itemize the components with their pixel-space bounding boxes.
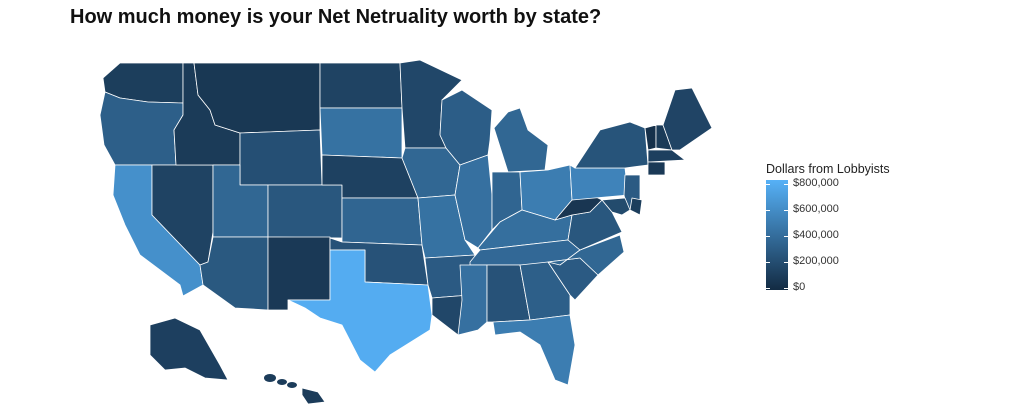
state-hi xyxy=(301,387,326,405)
state-ks xyxy=(341,197,423,246)
legend-tick-label: $200,000 xyxy=(793,255,839,267)
legend-tickmark xyxy=(766,288,770,289)
state-or xyxy=(99,91,184,166)
legend-tickmark xyxy=(784,262,788,263)
legend-tick-label: $600,000 xyxy=(793,203,839,215)
legend-title: Dollars from Lobbyists xyxy=(766,162,890,176)
legend-tickmark xyxy=(784,184,788,185)
state-wy xyxy=(239,129,323,186)
state-nm xyxy=(267,236,331,311)
state-ms xyxy=(457,264,488,336)
state-fl xyxy=(492,314,576,386)
legend-tickmark xyxy=(766,262,770,263)
state-hi-island xyxy=(264,374,276,382)
state-hi-island xyxy=(287,382,297,388)
legend-tick-label: $800,000 xyxy=(793,177,839,189)
state-co xyxy=(267,184,343,239)
state-hi-island xyxy=(277,379,287,385)
state-de xyxy=(629,197,643,216)
legend-tickmark xyxy=(784,236,788,237)
legend-tick-label: $0 xyxy=(793,281,806,293)
legend-tickmark xyxy=(766,210,770,211)
state-ny xyxy=(574,121,649,169)
legend-color-bar xyxy=(766,180,788,290)
state-ma xyxy=(647,149,686,163)
state-mi xyxy=(493,107,549,173)
legend-tick-label: $400,000 xyxy=(793,229,839,241)
state-ak xyxy=(149,317,229,381)
legend-tickmark xyxy=(766,184,770,185)
state-ct xyxy=(647,161,666,176)
state-pa xyxy=(569,164,629,201)
legend-tickmark xyxy=(784,210,788,211)
state-sd xyxy=(319,107,403,159)
state-me xyxy=(662,87,713,151)
legend-tickmark xyxy=(784,288,788,289)
us-state-map xyxy=(99,59,713,405)
legend-tickmark xyxy=(766,236,770,237)
state-nd xyxy=(319,62,403,109)
